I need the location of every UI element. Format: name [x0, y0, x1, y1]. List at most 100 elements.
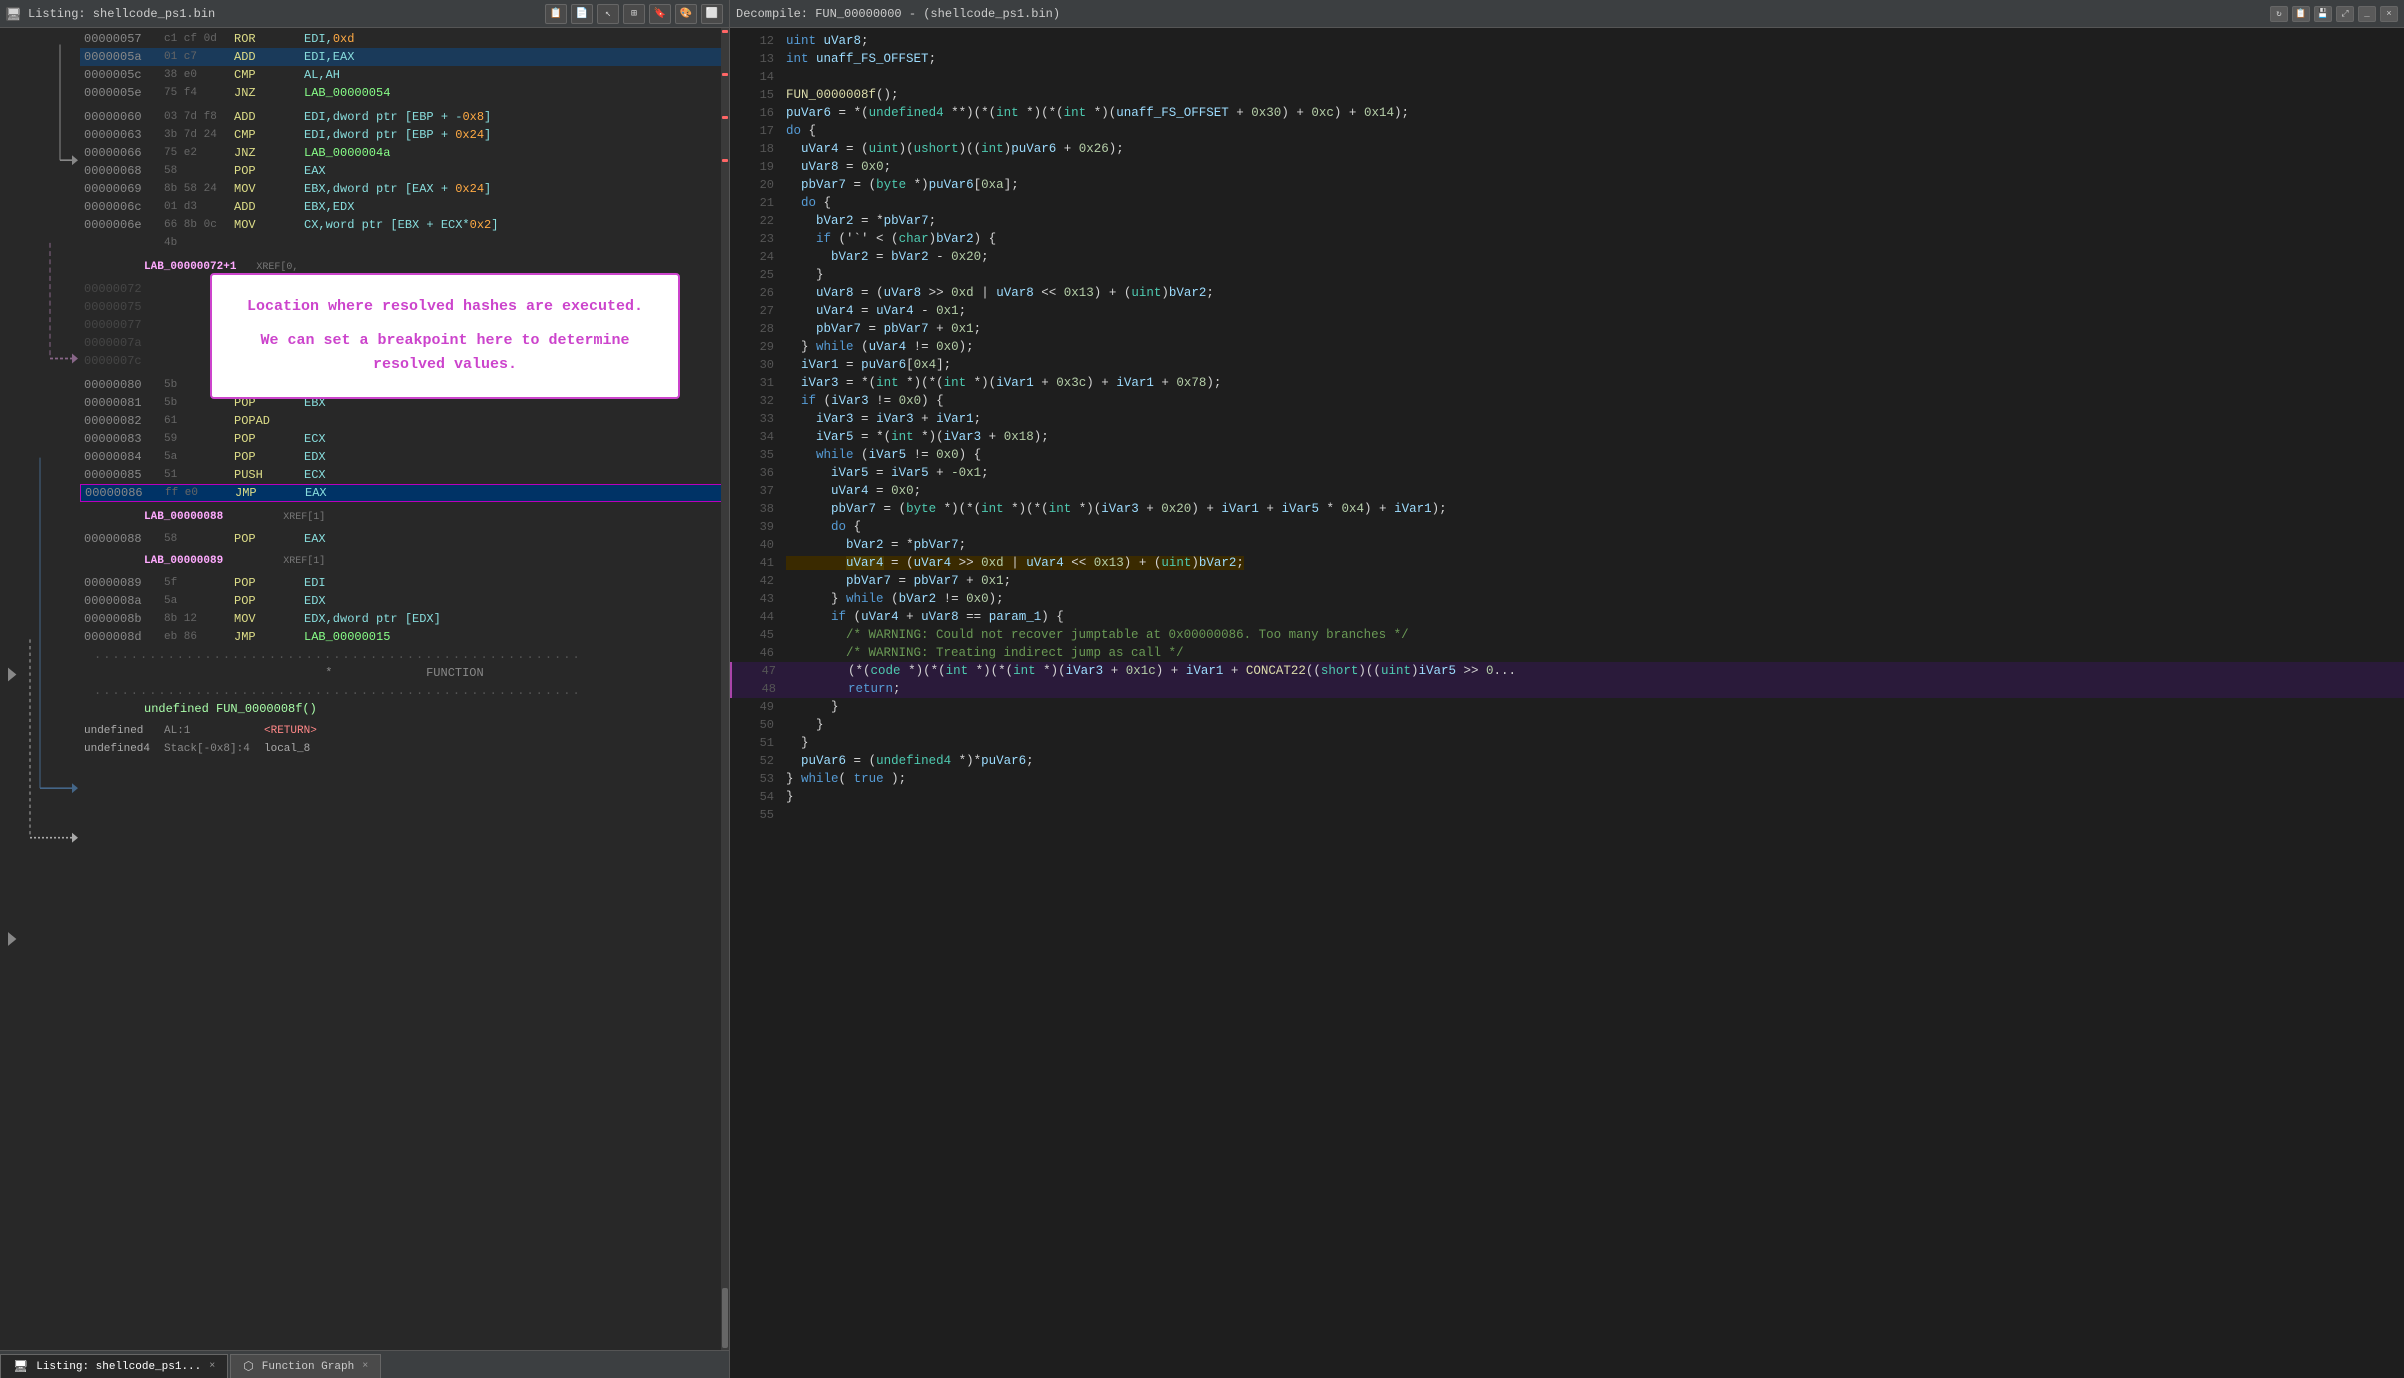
code-line-44: 44 if (uVar4 + uVar8 == param_1) {: [730, 608, 2404, 626]
table-row[interactable]: 0000005c 38 e0 CMP AL,AH: [80, 66, 729, 84]
table-row[interactable]: 0000006c 01 d3 ADD EBX,EDX: [80, 198, 729, 216]
listing-tab-label: Listing: shellcode_ps1...: [36, 1361, 201, 1373]
bookmark-btn[interactable]: 🔖: [649, 4, 671, 24]
main-content: ▶ ▶ 00000057 c1 cf 0d ROR EDI,0xd 000000…: [0, 28, 2404, 1378]
cursor-btn[interactable]: ↖: [597, 4, 619, 24]
code-line-23: 23 if ('`' < (char)bVar2) {: [730, 230, 2404, 248]
table-row[interactable]: 00000057 c1 cf 0d ROR EDI,0xd: [80, 30, 729, 48]
table-row[interactable]: 00000060 03 7d f8 ADD EDI,dword ptr [EBP…: [80, 108, 729, 126]
paste-btn[interactable]: 📄: [571, 4, 593, 24]
code-line-47: 47 (*(code *)(*(int *)(*(int *)(iVar3 + …: [730, 662, 2404, 680]
section-header-row: * FUNCTION: [80, 664, 729, 682]
code-line-38: 38 pbVar7 = (byte *)(*(int *)(*(int *)(i…: [730, 500, 2404, 518]
expand-btn[interactable]: ⤢: [2336, 6, 2354, 22]
code-line-29: 29 } while (uVar4 != 0x0);: [730, 338, 2404, 356]
code-line-34: 34 iVar5 = *(int *)(iVar3 + 0x18);: [730, 428, 2404, 446]
decompile-scroll[interactable]: 12 uint uVar8; 13 int unaff_FS_OFFSET; 1…: [730, 28, 2404, 1378]
code-line-54: 54 }: [730, 788, 2404, 806]
code-line-33: 33 iVar3 = iVar3 + iVar1;: [730, 410, 2404, 428]
close-btn-r[interactable]: ×: [2380, 6, 2398, 22]
code-line-17: 17 do {: [730, 122, 2404, 140]
color-btn[interactable]: 🎨: [675, 4, 697, 24]
grid-btn[interactable]: ⊞: [623, 4, 645, 24]
label-row: LAB_00000088 XREF[1]: [80, 508, 729, 526]
table-row: 4b: [80, 234, 729, 252]
listing-area: ▶ ▶ 00000057 c1 cf 0d ROR EDI,0xd 000000…: [0, 28, 729, 1350]
copy-btn-r[interactable]: 📋: [2292, 6, 2310, 22]
table-row[interactable]: 00000068 58 POP EAX: [80, 162, 729, 180]
code-line-37: 37 uVar4 = 0x0;: [730, 482, 2404, 500]
copy-btn[interactable]: 📋: [545, 4, 567, 24]
code-line-31: 31 iVar3 = *(int *)(*(int *)(iVar1 + 0x3…: [730, 374, 2404, 392]
code-line-32: 32 if (iVar3 != 0x0) {: [730, 392, 2404, 410]
code-line-26: 26 uVar8 = (uVar8 >> 0xd | uVar8 << 0x13…: [730, 284, 2404, 302]
svg-text:▶: ▶: [8, 926, 17, 953]
code-line-40: 40 bVar2 = *pbVar7;: [730, 536, 2404, 554]
window-icon-left: 🖥: [6, 7, 20, 21]
code-line-48: 48 return;: [730, 680, 2404, 698]
scroll-thumb[interactable]: [722, 1288, 728, 1348]
code-line-52: 52 puVar6 = (undefined4 *)*puVar6;: [730, 752, 2404, 770]
save-btn[interactable]: 💾: [2314, 6, 2332, 22]
code-line-42: 42 pbVar7 = pbVar7 + 0x1;: [730, 572, 2404, 590]
code-line-39: 39 do {: [730, 518, 2404, 536]
table-row[interactable]: 0000005a 01 c7 ADD EDI,EAX: [80, 48, 729, 66]
table-row[interactable]: 0000008b 8b 12 MOV EDX,dword ptr [EDX]: [80, 610, 729, 628]
table-row[interactable]: 00000083 59 POP ECX: [80, 430, 729, 448]
code-line-50: 50 }: [730, 716, 2404, 734]
table-row[interactable]: 00000089 5f POP EDI: [80, 574, 729, 592]
table-row[interactable]: 0000008d eb 86 JMP LAB_00000015: [80, 628, 729, 646]
refresh-btn[interactable]: ↻: [2270, 6, 2288, 22]
table-row[interactable]: 00000088 58 POP EAX: [80, 530, 729, 548]
code-line-41: 41 uVar4 = (uVar4 >> 0xd | uVar4 << 0x13…: [730, 554, 2404, 572]
code-line-53: 53 } while( true );: [730, 770, 2404, 788]
min-btn[interactable]: _: [2358, 6, 2376, 22]
table-row[interactable]: 00000066 75 e2 JNZ LAB_0000004a: [80, 144, 729, 162]
code-line-45: 45 /* WARNING: Could not recover jumptab…: [730, 626, 2404, 644]
code-line-46: 46 /* WARNING: Treating indirect jump as…: [730, 644, 2404, 662]
graph-tab-close[interactable]: ×: [362, 1361, 368, 1372]
table-row: undefined4 Stack[-0x8]:4 local_8: [80, 740, 729, 758]
code-line-25: 25 }: [730, 266, 2404, 284]
code-line-14: 14: [730, 68, 2404, 86]
selected-instruction-row[interactable]: 00000086 ff e0 JMP EAX: [80, 484, 729, 502]
scroll-indicator: [722, 116, 728, 119]
listing-scroll[interactable]: 00000057 c1 cf 0d ROR EDI,0xd 0000005a 0…: [80, 28, 729, 1350]
scroll-indicator: [722, 73, 728, 76]
table-row[interactable]: 00000085 51 PUSH ECX: [80, 466, 729, 484]
code-line-43: 43 } while (bVar2 != 0x0);: [730, 590, 2404, 608]
table-row[interactable]: 00000063 3b 7d 24 CMP EDI,dword ptr [EBP…: [80, 126, 729, 144]
tab-listing[interactable]: 🖥 Listing: shellcode_ps1... ×: [0, 1354, 228, 1378]
graph-tab-icon: ⬡: [243, 1359, 253, 1374]
tab-function-graph[interactable]: ⬡ Function Graph ×: [230, 1354, 381, 1378]
code-line-24: 24 bVar2 = bVar2 - 0x20;: [730, 248, 2404, 266]
listing-tab-icon: 🖥: [13, 1359, 28, 1374]
listing-tab-close[interactable]: ×: [209, 1361, 215, 1372]
right-toolbar-icons: ↻ 📋 💾 ⤢ _ ×: [2270, 6, 2398, 22]
table-row[interactable]: 0000008a 5a POP EDX: [80, 592, 729, 610]
function-definition-row: undefined FUN_0000008f(): [80, 700, 729, 718]
code-line-22: 22 bVar2 = *pbVar7;: [730, 212, 2404, 230]
separator-row: ........................................…: [80, 646, 729, 664]
table-row[interactable]: 0000005e 75 f4 JNZ LAB_00000054: [80, 84, 729, 102]
label-row: LAB_00000089 XREF[1]: [80, 552, 729, 570]
table-row[interactable]: 00000082 61 POPAD: [80, 412, 729, 430]
left-window-titlebar: 🖥 Listing: shellcode_ps1.bin 📋 📄 ↖ ⊞ 🔖 🎨…: [0, 0, 730, 27]
scroll-indicator: [722, 159, 728, 162]
code-line-55: 55: [730, 806, 2404, 824]
code-line-27: 27 uVar4 = uVar4 - 0x1;: [730, 302, 2404, 320]
code-line-12: 12 uint uVar8;: [730, 32, 2404, 50]
annotation-line3: We can set a breakpoint here to determin…: [232, 329, 658, 377]
listing-scrollbar[interactable]: [721, 28, 729, 1350]
svg-text:▶: ▶: [8, 661, 17, 688]
code-line-28: 28 pbVar7 = pbVar7 + 0x1;: [730, 320, 2404, 338]
table-row[interactable]: 00000069 8b 58 24 MOV EBX,dword ptr [EAX…: [80, 180, 729, 198]
table-row[interactable]: 00000084 5a POP EDX: [80, 448, 729, 466]
table-row: undefined AL:1 <RETURN>: [80, 722, 729, 740]
listing-panel: ▶ ▶ 00000057 c1 cf 0d ROR EDI,0xd 000000…: [0, 28, 730, 1378]
decompile-panel: 12 uint uVar8; 13 int unaff_FS_OFFSET; 1…: [730, 28, 2404, 1378]
function-graph-tab-label: Function Graph: [262, 1361, 354, 1373]
code-line-18: 18 uVar4 = (uint)(ushort)((int)puVar6 + …: [730, 140, 2404, 158]
table-row[interactable]: 0000006e 66 8b 0c MOV CX,word ptr [EBX +…: [80, 216, 729, 234]
window-btn[interactable]: ⬜: [701, 4, 723, 24]
